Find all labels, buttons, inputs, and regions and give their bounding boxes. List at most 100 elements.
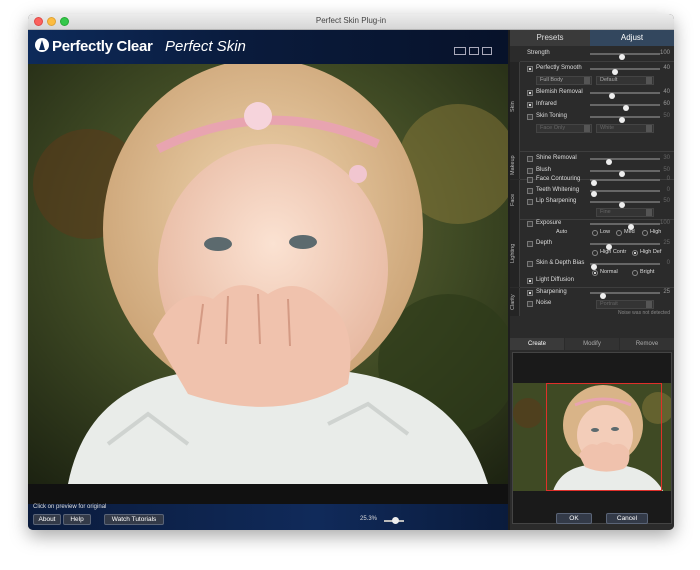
toning-area-select[interactable]: Face Only (536, 124, 592, 133)
teeth-whitening-checkbox[interactable] (527, 188, 533, 194)
about-button[interactable]: About (33, 514, 61, 525)
preview-hint: Click on preview for original (33, 504, 107, 510)
exposure-value: 100 (659, 220, 670, 226)
face-detection-box[interactable] (546, 383, 662, 491)
depth-checkbox[interactable] (527, 241, 533, 247)
adjust-panel: Presets Adjust Strength 100 Skin Perfect… (510, 30, 674, 530)
blemish-removal-slider-handle[interactable] (609, 93, 616, 99)
exposure-med-radio[interactable] (616, 230, 622, 236)
skin-depth-bias-label: Skin & Depth Bias (536, 260, 585, 266)
single-view-icon[interactable] (454, 47, 466, 55)
perfectly-smooth-checkbox[interactable] (527, 66, 533, 72)
divider (520, 61, 674, 62)
exposure-high-label: High (650, 229, 662, 235)
lip-sharpening-label: Lip Sharpening (536, 198, 577, 204)
skin-toning-value: 50 (663, 113, 670, 119)
skin-depth-bias-slider[interactable] (590, 263, 660, 270)
brand-name: Perfectly Clear (52, 38, 153, 55)
perfectly-smooth-slider-handle[interactable] (612, 69, 619, 75)
tab-presets[interactable]: Presets (510, 30, 590, 46)
exposure-slider[interactable] (590, 223, 660, 230)
noise-checkbox[interactable] (527, 301, 533, 307)
blush-checkbox[interactable] (527, 168, 533, 174)
plugin-window: Perfect Skin Plug-in Perfectly Clear Per… (28, 14, 674, 530)
skin-depth-bias-value: 0 (666, 260, 670, 266)
teeth-whitening-row: Teeth Whitening 0 (510, 186, 674, 197)
tab-create[interactable]: Create (510, 338, 564, 350)
blemish-removal-checkbox[interactable] (527, 90, 533, 96)
face-contouring-row: Face Contouring 0 (510, 175, 674, 186)
skin-depth-bias-checkbox[interactable] (527, 261, 533, 267)
face-contouring-checkbox[interactable] (527, 177, 533, 183)
ok-button[interactable]: OK (556, 513, 592, 524)
lip-mode-select[interactable]: Fine (596, 208, 654, 217)
tab-modify[interactable]: Modify (565, 338, 619, 350)
light-diffusion-checkbox[interactable] (527, 278, 533, 284)
skin-toning-checkbox[interactable] (527, 114, 533, 120)
bias-bright-label: Bright (640, 269, 655, 275)
chevron-down-icon (646, 77, 652, 84)
toning-color-value: White (600, 125, 615, 131)
zoom-slider-handle[interactable] (392, 517, 399, 524)
infrared-slider-handle[interactable] (623, 105, 630, 111)
toning-area-value: Face Only (540, 125, 566, 131)
app-header: Perfectly Clear Perfect Skin (28, 30, 508, 64)
sharpening-checkbox[interactable] (527, 290, 533, 296)
skin-toning-slider-handle[interactable] (618, 117, 625, 123)
shine-removal-slider-handle[interactable] (606, 159, 612, 165)
infrared-checkbox[interactable] (527, 102, 533, 108)
blush-slider[interactable] (590, 170, 660, 177)
help-button[interactable]: Help (63, 514, 91, 525)
navigator-thumbnail[interactable] (512, 352, 672, 524)
depth-high-contrast-label: High Contr (600, 249, 627, 255)
lip-sharpening-checkbox[interactable] (527, 199, 533, 205)
divider (520, 151, 674, 152)
noise-label: Noise (536, 300, 552, 306)
depth-high-def-radio[interactable] (632, 250, 638, 256)
watch-tutorials-button[interactable]: Watch Tutorials (104, 514, 164, 525)
lip-mode-value: Fine (600, 209, 611, 215)
tab-adjust[interactable]: Adjust (590, 30, 674, 46)
smooth-preset-select[interactable]: Default (596, 76, 654, 85)
depth-high-contrast-radio[interactable] (592, 250, 598, 256)
smooth-preset-value: Default (600, 77, 618, 83)
strength-slider[interactable] (590, 53, 660, 60)
skin-toning-slider[interactable] (590, 116, 660, 123)
depth-value: 25 (663, 240, 670, 246)
exposure-high-radio[interactable] (642, 230, 648, 236)
title-bar: Perfect Skin Plug-in (28, 14, 674, 30)
shine-removal-checkbox[interactable] (527, 156, 533, 162)
blemish-removal-value: 40 (663, 89, 670, 95)
exposure-low-radio[interactable] (592, 230, 598, 236)
tab-remove[interactable]: Remove (620, 338, 674, 350)
face-contouring-label: Face Contouring (536, 176, 581, 182)
exposure-checkbox[interactable] (527, 221, 533, 227)
zoom-level: 25.3% (360, 516, 378, 522)
infrared-label: Infrared (536, 101, 557, 107)
shine-removal-slider[interactable] (590, 158, 660, 165)
body-mode-select[interactable]: Full Body (536, 76, 592, 85)
infrared-slider[interactable] (590, 104, 660, 111)
chevron-down-icon (646, 301, 652, 308)
strength-label: Strength (527, 50, 550, 56)
depth-label: Depth (536, 240, 553, 246)
face-contouring-value: 0 (666, 176, 670, 182)
bias-normal-label: Normal (600, 269, 618, 275)
toning-color-select[interactable]: White (596, 124, 654, 133)
chevron-down-icon (646, 209, 652, 216)
lip-sharpening-slider[interactable] (590, 201, 660, 208)
teeth-whitening-slider[interactable] (590, 190, 660, 197)
preview-photo[interactable] (28, 64, 508, 484)
cancel-button[interactable]: Cancel (606, 513, 648, 524)
side-by-side-view-icon[interactable] (482, 47, 492, 55)
image-preview[interactable] (28, 64, 508, 504)
split-view-icon[interactable] (469, 47, 479, 55)
perfectly-smooth-slider[interactable] (590, 68, 660, 75)
noise-mode-select[interactable]: Portrait (596, 300, 654, 309)
face-contouring-slider[interactable] (590, 179, 660, 186)
blemish-removal-slider[interactable] (590, 92, 660, 99)
strength-slider-handle[interactable] (618, 54, 625, 60)
sharpening-slider[interactable] (590, 292, 660, 299)
body-mode-value: Full Body (540, 77, 563, 83)
depth-slider[interactable] (590, 243, 660, 250)
